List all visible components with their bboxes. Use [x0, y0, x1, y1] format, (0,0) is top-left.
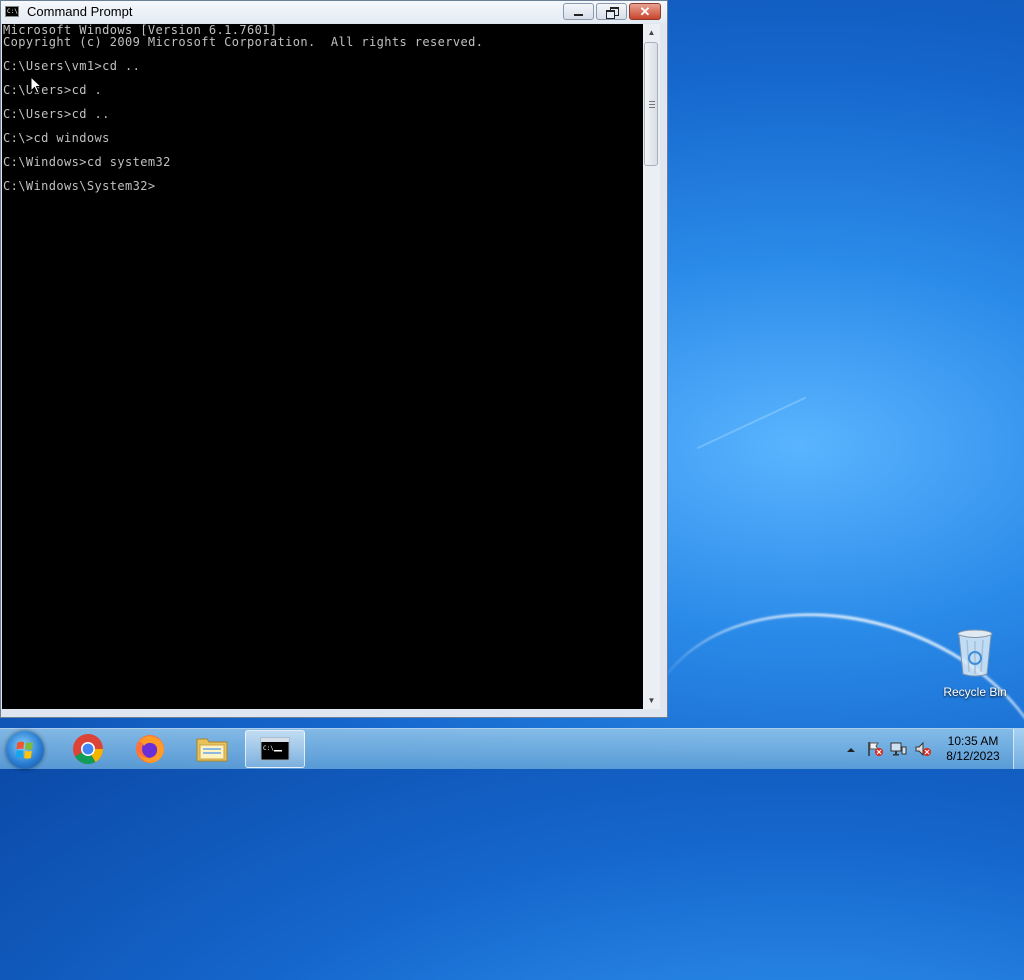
scroll-thumb[interactable] — [644, 42, 658, 166]
firefox-icon — [136, 735, 164, 763]
taskbar-chrome[interactable] — [60, 730, 116, 768]
svg-text:C:\: C:\ — [263, 745, 274, 752]
file-explorer-icon — [196, 738, 228, 762]
system-clock[interactable]: 10:35 AM 8/12/2023 — [938, 734, 1008, 764]
console-line: Copyright (c) 2009 Microsoft Corporation… — [3, 35, 484, 49]
taskbar: C:\ 10:35 AM 8/12/2023 — [0, 728, 1024, 769]
chrome-icon — [73, 734, 103, 765]
recycle-bin-icon — [957, 629, 993, 677]
close-icon: ✕ — [639, 4, 651, 19]
console-line: C:\>cd windows — [3, 131, 110, 145]
show-hidden-icons-icon[interactable] — [845, 743, 861, 759]
window-titlebar[interactable]: C:\ Command Prompt ✕ — [1, 1, 667, 23]
windows-logo-icon — [15, 741, 33, 759]
minimize-button[interactable] — [563, 3, 594, 20]
taskbar-command-prompt[interactable]: C:\ — [245, 730, 305, 768]
show-desktop-button[interactable] — [1013, 729, 1024, 769]
recycle-bin[interactable]: Recycle Bin — [938, 628, 1012, 699]
taskbar-file-explorer[interactable] — [184, 730, 240, 768]
scroll-down-icon[interactable]: ▼ — [643, 692, 660, 709]
restore-icon — [605, 6, 619, 19]
desktop-wallpaper-streak — [696, 396, 824, 486]
cmd-icon: C:\ — [5, 6, 19, 17]
console-line: C:\Windows>cd system32 — [3, 155, 171, 169]
console-line: C:\Users>cd . — [3, 83, 103, 97]
volume-muted-icon[interactable] — [914, 741, 931, 757]
start-button[interactable] — [6, 731, 44, 769]
console-prompt-line: C:\Windows\System32> — [3, 179, 156, 193]
window-bottom-border — [1, 709, 667, 717]
console-text: Microsoft Windows [Version 6.1.7601] Copy… — [3, 24, 483, 192]
action-center-flag-icon[interactable] — [866, 741, 883, 757]
restore-button[interactable] — [596, 3, 627, 20]
grip-icon — [649, 101, 655, 109]
close-button[interactable]: ✕ — [629, 3, 661, 20]
console-line: C:\Users\vm1>cd .. — [3, 59, 141, 73]
window-title: Command Prompt — [27, 4, 133, 19]
recycle-bin-label: Recycle Bin — [943, 685, 1007, 699]
cmd-icon: C:\ — [260, 737, 290, 761]
scroll-up-icon[interactable]: ▲ — [643, 24, 660, 41]
console-output[interactable]: Microsoft Windows [Version 6.1.7601] Copy… — [2, 24, 643, 709]
clock-date: 8/12/2023 — [946, 749, 1000, 763]
console-line: C:\Users>cd .. — [3, 107, 110, 121]
network-icon[interactable] — [890, 741, 907, 757]
vertical-scrollbar[interactable]: ▲ ▼ — [643, 24, 660, 709]
taskbar-firefox[interactable] — [122, 730, 178, 768]
clock-time: 10:35 AM — [947, 734, 999, 748]
command-prompt-window[interactable]: C:\ Command Prompt ✕ Microsoft Windows [… — [0, 0, 668, 718]
minimize-icon — [574, 14, 583, 16]
